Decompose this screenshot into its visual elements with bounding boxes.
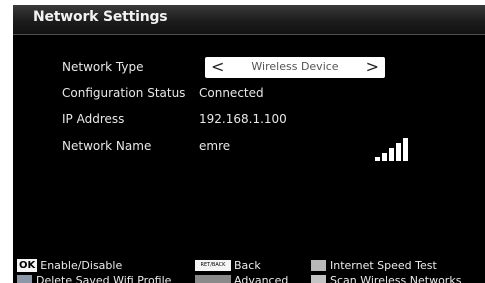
wifi-signal-bars-icon — [375, 137, 411, 161]
signal-bar-3 — [389, 148, 394, 161]
ip-address-value: 192.168.1.100 — [199, 112, 287, 126]
legend-enable-disable-label: Enable/Disable — [40, 259, 123, 272]
legend-scan-wireless-label: Scan Wireless Networks — [330, 274, 462, 283]
signal-bar-1 — [375, 157, 380, 161]
green-key-icon — [195, 275, 231, 283]
configuration-status-label: Configuration Status — [62, 86, 186, 100]
legend-delete-wifi-profile-label: Delete Saved Wifi Profile — [36, 274, 172, 283]
network-settings-panel: Network Settings Network Type < Wireless… — [13, 5, 485, 283]
tv-screen: Network Settings Network Type < Wireless… — [0, 0, 485, 283]
ok-key-icon: OK — [17, 259, 38, 272]
back-key-icon: RET/BACK — [195, 260, 231, 271]
chevron-right-icon[interactable]: > — [366, 58, 379, 76]
footer-legend: OK Enable/Disable Delete Saved Wifi Profi… — [13, 251, 485, 283]
legend-internet-speed-test[interactable]: Internet Speed Test — [311, 259, 437, 272]
legend-advanced[interactable]: Advanced — [195, 274, 288, 283]
configuration-status-value: Connected — [199, 86, 264, 100]
network-name-value: emre — [199, 139, 231, 153]
blue-key-icon — [17, 275, 32, 283]
legend-back[interactable]: RET/BACK Back — [195, 259, 261, 272]
legend-back-label: Back — [234, 259, 261, 272]
legend-enable-disable[interactable]: OK Enable/Disable — [17, 259, 122, 272]
yellow-key-icon — [311, 260, 326, 271]
network-name-label: Network Name — [62, 139, 152, 153]
legend-delete-wifi-profile[interactable]: Delete Saved Wifi Profile — [17, 274, 171, 283]
network-type-selector[interactable]: < Wireless Device > — [205, 57, 385, 78]
network-type-value: Wireless Device — [251, 60, 339, 73]
legend-advanced-label: Advanced — [234, 274, 289, 283]
signal-bar-2 — [382, 153, 387, 161]
title-bar: Network Settings — [13, 5, 485, 35]
red-key-icon — [311, 275, 326, 283]
signal-bar-5 — [403, 138, 408, 161]
legend-scan-wireless[interactable]: Scan Wireless Networks — [311, 274, 461, 283]
page-title: Network Settings — [33, 9, 168, 25]
legend-internet-speed-test-label: Internet Speed Test — [330, 259, 437, 272]
network-type-label: Network Type — [62, 60, 144, 74]
ip-address-label: IP Address — [62, 112, 125, 126]
signal-bar-4 — [396, 143, 401, 161]
